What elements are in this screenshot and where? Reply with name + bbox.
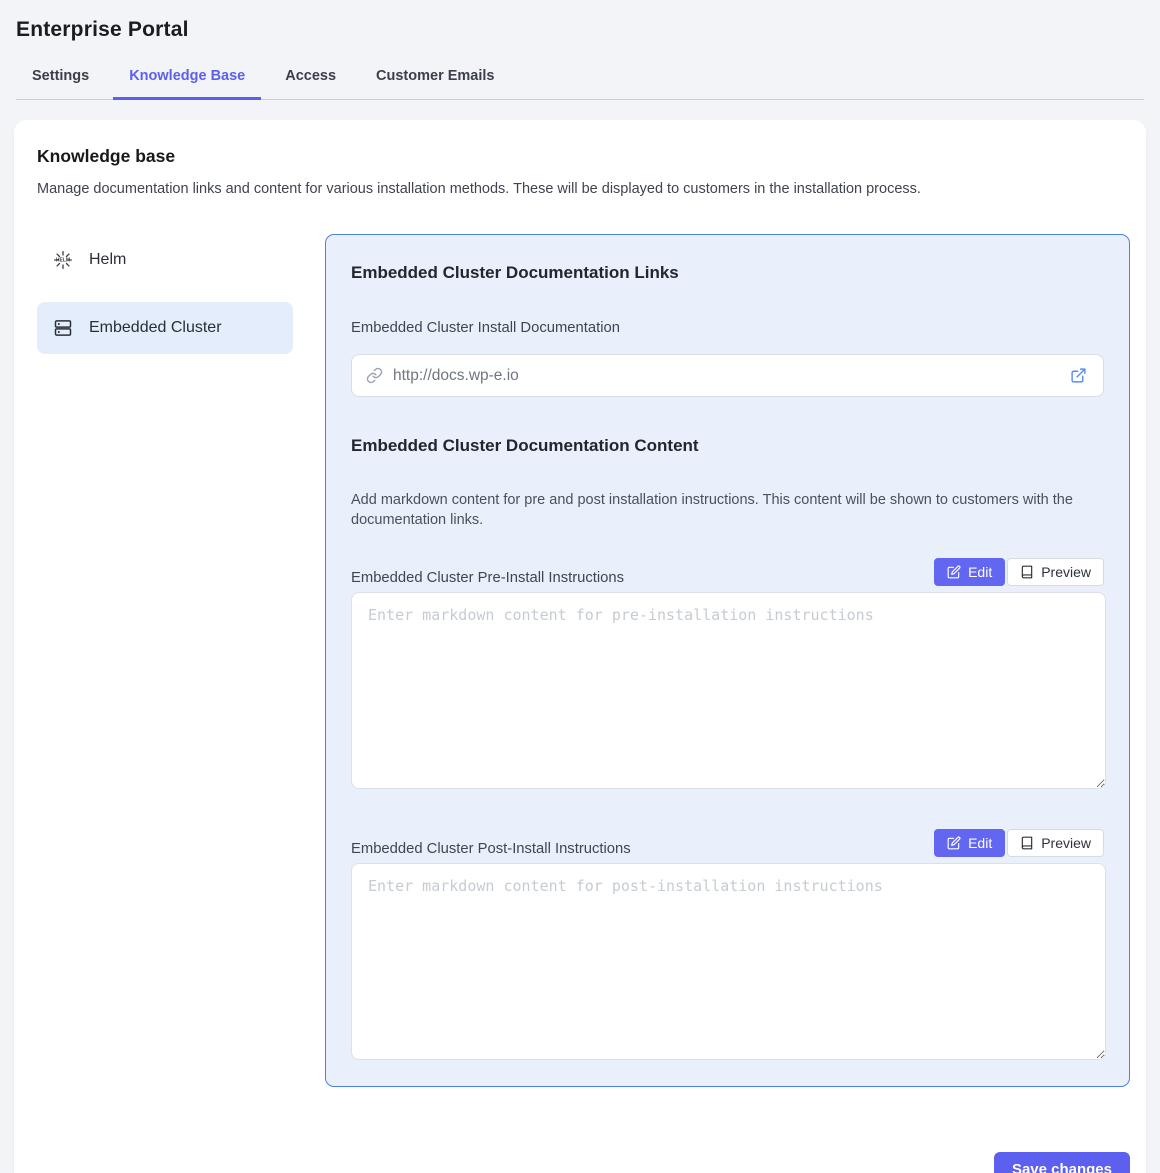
tab-customer-emails[interactable]: Customer Emails <box>360 58 510 100</box>
book-icon <box>1020 565 1034 579</box>
edit-icon <box>947 565 961 579</box>
content-section-description: Add markdown content for pre and post in… <box>351 490 1101 530</box>
edit-icon <box>947 836 961 850</box>
pre-install-label: Embedded Cluster Pre-Install Instruction… <box>351 570 624 586</box>
link-icon <box>366 367 383 384</box>
helm-icon: HELM <box>53 250 73 270</box>
open-link-button[interactable] <box>1068 365 1089 386</box>
install-method-nav: HELM Helm Embedded Cluster <box>37 234 293 1087</box>
external-link-icon <box>1070 367 1087 384</box>
edit-button[interactable]: Edit <box>934 558 1005 586</box>
tab-bar: Settings Knowledge Base Access Customer … <box>16 58 1144 100</box>
sidebar-item-label: Helm <box>89 251 126 269</box>
install-doc-label: Embedded Cluster Install Documentation <box>351 320 1104 336</box>
knowledge-base-card: Knowledge base Manage documentation link… <box>14 120 1146 1173</box>
tab-access[interactable]: Access <box>269 58 352 100</box>
page-title: Enterprise Portal <box>16 18 1144 42</box>
preview-button[interactable]: Preview <box>1007 558 1104 586</box>
sidebar-item-helm[interactable]: HELM Helm <box>37 234 293 286</box>
card-description: Manage documentation links and content f… <box>37 181 1130 197</box>
post-install-editor: Embedded Cluster Post-Install Instructio… <box>351 829 1104 1060</box>
pre-install-mode-toggle: Edit Preview <box>934 558 1104 586</box>
book-icon <box>1020 836 1034 850</box>
edit-button[interactable]: Edit <box>934 829 1005 857</box>
tab-knowledge-base[interactable]: Knowledge Base <box>113 58 261 100</box>
install-doc-input[interactable] <box>393 367 1068 385</box>
server-icon <box>53 318 73 338</box>
svg-text:HELM: HELM <box>56 258 70 264</box>
post-install-mode-toggle: Edit Preview <box>934 829 1104 857</box>
install-doc-field <box>351 354 1104 397</box>
preview-button[interactable]: Preview <box>1007 829 1104 857</box>
embedded-cluster-panel: Embedded Cluster Documentation Links Emb… <box>325 234 1130 1087</box>
card-title: Knowledge base <box>37 146 1130 167</box>
content-section-heading: Embedded Cluster Documentation Content <box>351 436 1104 456</box>
app-header: Enterprise Portal Settings Knowledge Bas… <box>0 0 1160 100</box>
post-install-textarea[interactable] <box>351 863 1106 1060</box>
post-install-label: Embedded Cluster Post-Install Instructio… <box>351 841 631 857</box>
save-changes-button[interactable]: Save changes <box>994 1152 1130 1173</box>
sidebar-item-embedded-cluster[interactable]: Embedded Cluster <box>37 302 293 354</box>
tab-settings[interactable]: Settings <box>16 58 105 100</box>
save-row: Save changes <box>37 1152 1130 1173</box>
sidebar-item-label: Embedded Cluster <box>89 319 222 337</box>
links-section-heading: Embedded Cluster Documentation Links <box>351 263 1104 283</box>
pre-install-textarea[interactable] <box>351 592 1106 789</box>
pre-install-editor: Embedded Cluster Pre-Install Instruction… <box>351 558 1104 789</box>
